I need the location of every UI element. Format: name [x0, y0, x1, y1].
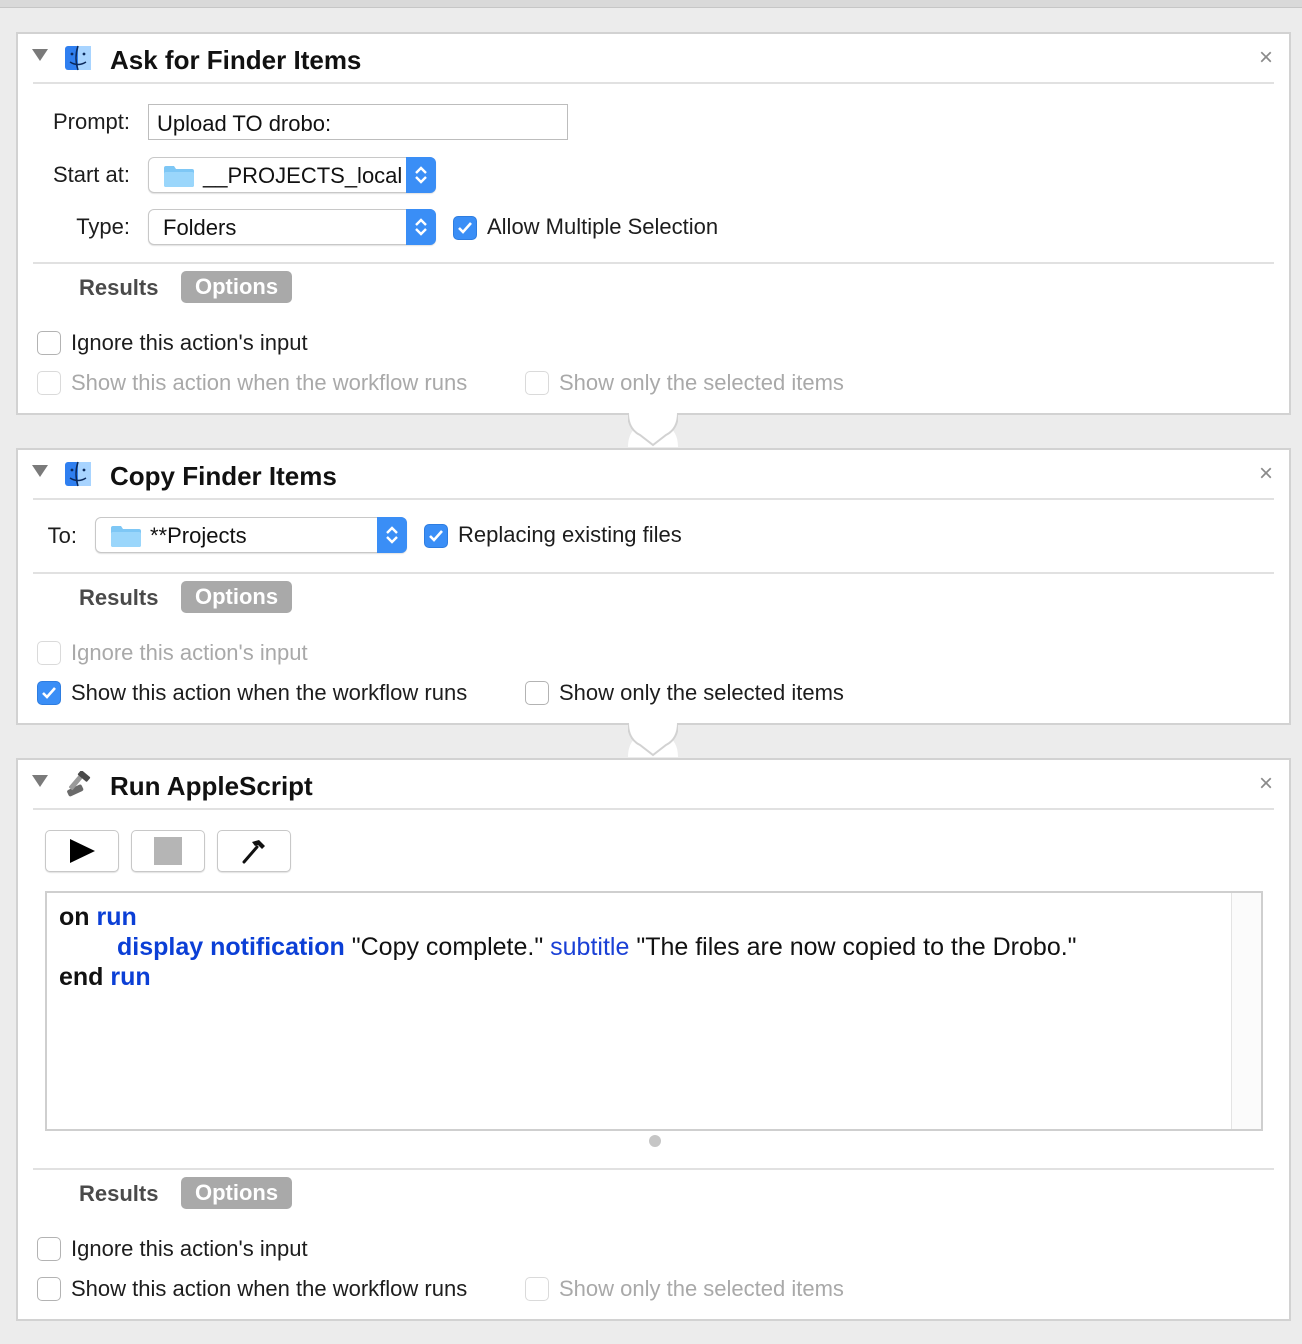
allow-multiple-label: Allow Multiple Selection [487, 214, 719, 239]
show-action-checkbox[interactable] [37, 681, 61, 705]
code-line-1: on run [59, 903, 137, 931]
prompt-input[interactable]: Upload TO drobo: [148, 104, 568, 140]
disclosure-triangle-icon[interactable] [32, 775, 48, 787]
options-tab[interactable]: Options [181, 581, 293, 613]
type-value: Folders [163, 215, 237, 240]
show-action-label: Show this action when the workflow runs [71, 1276, 468, 1301]
replacing-files-label: Replacing existing files [458, 522, 682, 547]
type-label: Type: [76, 214, 130, 239]
disclosure-triangle-icon[interactable] [32, 465, 48, 477]
to-popup[interactable]: **Projects [95, 517, 407, 553]
start-at-value: __PROJECTS_local [203, 163, 403, 188]
folder-icon [164, 166, 194, 187]
show-selected-checkbox[interactable] [525, 371, 549, 395]
action-header: Copy Finder Items × [18, 450, 1289, 500]
popup-stepper-icon [406, 209, 436, 245]
close-icon[interactable]: × [1259, 44, 1273, 72]
show-selected-label: Show only the selected items [559, 1276, 844, 1301]
popup-stepper-icon [377, 517, 407, 553]
applescript-icon [67, 771, 91, 797]
code-line-2: display notification "Copy complete." su… [117, 933, 1077, 961]
action-run-applescript: Run AppleScript × on run display notific… [16, 758, 1291, 1321]
window-top-edge [0, 0, 1302, 8]
action-copy-finder-items: Copy Finder Items × To: **Projects Repla… [16, 448, 1291, 725]
play-icon [70, 839, 95, 863]
ignore-input-label: Ignore this action's input [71, 330, 308, 355]
compile-button[interactable] [217, 830, 291, 872]
show-selected-checkbox[interactable] [525, 681, 549, 705]
show-action-label: Show this action when the workflow runs [71, 370, 468, 395]
start-at-label: Start at: [52, 162, 130, 187]
show-action-label: Show this action when the workflow runs [71, 680, 468, 705]
hammer-icon [242, 840, 265, 864]
action-connector [628, 723, 678, 757]
code-line-3: end run [59, 963, 151, 991]
ignore-input-checkbox[interactable] [37, 331, 61, 355]
script-editor[interactable]: on run display notification "Copy comple… [45, 891, 1263, 1131]
divider [33, 498, 1274, 500]
to-value: **Projects [150, 523, 247, 548]
ignore-input-checkbox[interactable] [37, 641, 61, 665]
replacing-files-checkbox[interactable] [424, 524, 448, 548]
start-at-popup[interactable]: __PROJECTS_local [148, 157, 436, 193]
action-header: Run AppleScript × [18, 760, 1289, 810]
ignore-input-checkbox[interactable] [37, 1237, 61, 1261]
disclosure-triangle-icon[interactable] [32, 49, 48, 61]
to-label: To: [47, 523, 77, 548]
divider [33, 1168, 1274, 1170]
results-tab[interactable]: Results [79, 1181, 158, 1207]
show-selected-label: Show only the selected items [559, 370, 844, 395]
show-selected-label: Show only the selected items [559, 680, 844, 705]
divider [33, 262, 1274, 264]
type-popup[interactable]: Folders [148, 209, 436, 245]
options-tab[interactable]: Options [181, 1177, 293, 1209]
action-title: Run AppleScript [110, 771, 313, 801]
results-tab[interactable]: Results [79, 275, 158, 301]
finder-icon [65, 461, 91, 487]
script-scrollbar[interactable] [1231, 893, 1261, 1129]
divider [33, 572, 1274, 574]
action-title: Ask for Finder Items [110, 45, 362, 75]
folder-icon [111, 526, 141, 547]
finder-icon [65, 45, 91, 71]
action-header: Ask for Finder Items × [18, 34, 1289, 84]
show-action-checkbox[interactable] [37, 1277, 61, 1301]
divider [33, 82, 1274, 84]
run-button[interactable] [45, 830, 119, 872]
prompt-label: Prompt: [52, 109, 130, 134]
action-connector [628, 413, 678, 447]
action-title: Copy Finder Items [110, 461, 337, 491]
stop-icon [154, 837, 182, 865]
action-ask-for-finder-items: Ask for Finder Items × Prompt: Upload TO… [16, 32, 1291, 415]
resize-handle-icon[interactable] [649, 1135, 661, 1147]
close-icon[interactable]: × [1259, 770, 1273, 798]
stop-button[interactable] [131, 830, 205, 872]
ignore-input-label: Ignore this action's input [71, 1236, 308, 1261]
options-tab[interactable]: Options [181, 271, 293, 303]
show-selected-checkbox[interactable] [525, 1277, 549, 1301]
close-icon[interactable]: × [1259, 460, 1273, 488]
divider [33, 808, 1274, 810]
allow-multiple-checkbox[interactable] [453, 216, 477, 240]
ignore-input-label: Ignore this action's input [71, 640, 308, 665]
popup-stepper-icon [406, 157, 436, 193]
show-action-checkbox[interactable] [37, 371, 61, 395]
results-tab[interactable]: Results [79, 585, 158, 611]
